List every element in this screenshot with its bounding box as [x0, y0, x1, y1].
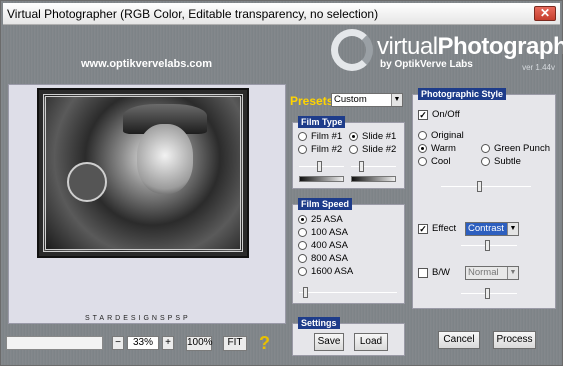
film-speed-25[interactable]: 25 ASA: [298, 214, 343, 225]
version-label: ver 1.44v: [522, 63, 555, 72]
radio-icon: [298, 267, 307, 276]
preview-panel[interactable]: STARDESIGNSPSP: [8, 84, 286, 324]
radio-selected-icon: [418, 144, 427, 153]
image-clock: [67, 162, 107, 202]
film-type-slider-1[interactable]: [299, 161, 344, 172]
slider-thumb[interactable]: [477, 181, 482, 192]
cancel-button[interactable]: Cancel: [438, 331, 480, 349]
checkbox-checked-icon: ✓: [418, 223, 428, 234]
chevron-down-icon: ▼: [507, 267, 518, 279]
checkbox-checked-icon: ✓: [418, 109, 428, 120]
website-url[interactable]: www.optikvervelabs.com: [81, 58, 212, 70]
zoom-100-button[interactable]: 100%: [186, 336, 213, 351]
close-button[interactable]: ✕: [534, 6, 556, 21]
checkbox-unchecked-icon: [418, 267, 428, 278]
bw-dropdown[interactable]: Normal ▼: [465, 266, 519, 280]
style-green-punch[interactable]: Green Punch: [481, 143, 550, 154]
zoom-in-button[interactable]: +: [162, 336, 174, 350]
plugin-window: Virtual Photographer (RGB Color, Editabl…: [0, 0, 563, 366]
logo: virtualPhotographer by OptikVerve Labs v…: [327, 27, 563, 75]
radio-icon: [298, 132, 307, 141]
film-speed-400[interactable]: 400 ASA: [298, 240, 348, 251]
logo-subtitle: by OptikVerve Labs: [380, 59, 473, 70]
film-speed-100[interactable]: 100 ASA: [298, 227, 348, 238]
film-type-option-slide2[interactable]: Slide #2: [349, 144, 396, 155]
film-type-slider-2[interactable]: [351, 161, 396, 172]
photographic-style-group: Photographic Style ✓ On/Off Original Warm…: [412, 88, 556, 309]
film-speed-group: Film Speed 25 ASA 100 ASA 400 ASA 800 AS…: [292, 198, 405, 304]
preview-image[interactable]: [37, 88, 249, 258]
radio-icon: [298, 228, 307, 237]
slider-thumb[interactable]: [485, 240, 490, 251]
presets-label: Presets: [290, 94, 334, 108]
slider-thumb[interactable]: [317, 161, 322, 172]
preview-caption: STARDESIGNSPSP: [85, 315, 191, 322]
image-face: [137, 124, 193, 194]
save-button[interactable]: Save: [314, 333, 344, 351]
style-slider[interactable]: [441, 181, 531, 192]
settings-label: Settings: [298, 317, 340, 329]
film-speed-label: Film Speed: [298, 198, 353, 210]
bw-checkbox[interactable]: B/W: [418, 267, 450, 278]
radio-icon: [298, 241, 307, 250]
film-type-option-slide1[interactable]: Slide #1: [349, 131, 396, 142]
window-title: Virtual Photographer (RGB Color, Editabl…: [7, 7, 379, 21]
help-icon[interactable]: ?: [259, 333, 270, 354]
style-original[interactable]: Original: [418, 130, 464, 141]
presets-selected: Custom: [334, 94, 367, 105]
zoom-value: 33%: [127, 336, 159, 350]
title-bar: Virtual Photographer (RGB Color, Editabl…: [3, 3, 560, 25]
logo-text: virtualPhotographer: [377, 33, 563, 60]
film-speed-1600[interactable]: 1600 ASA: [298, 266, 353, 277]
slider-thumb[interactable]: [359, 161, 364, 172]
radio-selected-icon: [298, 215, 307, 224]
effect-slider[interactable]: [461, 240, 517, 251]
film-type-label: Film Type: [298, 116, 346, 128]
onoff-checkbox[interactable]: ✓ On/Off: [418, 109, 460, 120]
radio-selected-icon: [349, 132, 358, 141]
presets-dropdown[interactable]: Custom ▼: [331, 93, 403, 107]
style-subtle[interactable]: Subtle: [481, 156, 521, 167]
zoom-out-button[interactable]: −: [112, 336, 124, 350]
film-type-option-film2[interactable]: Film #2: [298, 144, 342, 155]
effect-checkbox[interactable]: ✓ Effect: [418, 223, 456, 234]
radio-icon: [298, 145, 307, 154]
effect-selected: Contrast: [468, 223, 504, 234]
film-speed-slider[interactable]: [299, 287, 397, 298]
film-type-gradient-1: [299, 176, 344, 182]
film-type-option-film1[interactable]: Film #1: [298, 131, 342, 142]
film-type-gradient-2: [351, 176, 396, 182]
effect-dropdown[interactable]: Contrast ▼: [465, 222, 519, 236]
bw-selected: Normal: [468, 267, 499, 278]
radio-icon: [298, 254, 307, 263]
style-warm[interactable]: Warm: [418, 143, 456, 154]
radio-icon: [418, 131, 427, 140]
bw-slider[interactable]: [461, 288, 517, 299]
radio-icon: [481, 144, 490, 153]
progress-bar: [6, 336, 103, 350]
radio-icon: [481, 157, 490, 166]
radio-icon: [418, 157, 427, 166]
zoom-fit-button[interactable]: FIT: [223, 336, 247, 351]
photographic-style-label: Photographic Style: [418, 88, 507, 100]
chevron-down-icon: ▼: [507, 223, 518, 235]
slider-thumb[interactable]: [485, 288, 490, 299]
style-cool[interactable]: Cool: [418, 156, 451, 167]
film-type-group: Film Type Film #1 Slide #1 Film #2 Slide…: [292, 116, 405, 189]
settings-group: Settings Save Load: [292, 317, 405, 356]
process-button[interactable]: Process: [493, 331, 536, 349]
chevron-down-icon: ▼: [391, 94, 402, 106]
logo-mark-icon: [331, 29, 373, 71]
radio-icon: [349, 145, 358, 154]
slider-thumb[interactable]: [303, 287, 308, 298]
load-button[interactable]: Load: [354, 333, 388, 351]
film-speed-800[interactable]: 800 ASA: [298, 253, 348, 264]
